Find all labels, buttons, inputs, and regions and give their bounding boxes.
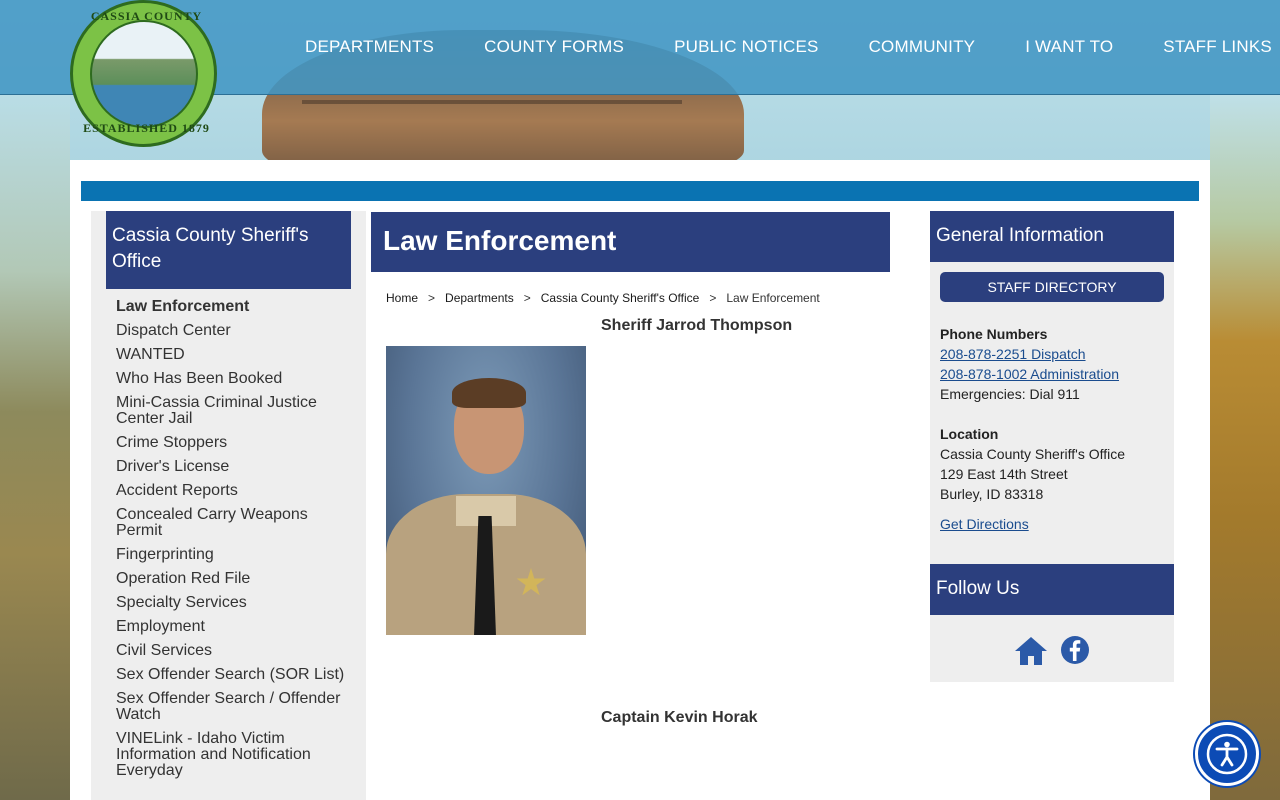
sidebar-menu: Law Enforcement Dispatch Center WANTED W… [116,299,346,787]
sidebar-item-who-has-been-booked[interactable]: Who Has Been Booked [116,371,346,387]
get-directions-link[interactable]: Get Directions [940,514,1125,534]
sheriff-name: Sheriff Jarrod Thompson [601,317,793,334]
sidebar-item-sor-list[interactable]: Sex Offender Search (SOR List) [116,667,346,683]
page-title: Law Enforcement [371,212,890,272]
info-title: General Information [930,211,1174,262]
sidebar-item-accident-reports[interactable]: Accident Reports [116,483,346,499]
sidebar-item-employment[interactable]: Employment [116,619,346,635]
accessibility-button[interactable] [1195,722,1259,786]
emergency-text: Emergencies: Dial 911 [940,386,1080,402]
home-icon[interactable] [1014,635,1048,667]
nav-staff-links[interactable]: STAFF LINKS [1163,37,1272,57]
location-name: Cassia County Sheriff's Office [940,446,1126,462]
nav-county-forms[interactable]: COUNTY FORMS [484,37,624,57]
nav-i-want-to[interactable]: I WANT TO [1025,37,1113,57]
sidebar-item-operation-red-file[interactable]: Operation Red File [116,571,346,587]
sidebar-title[interactable]: Cassia County Sheriff's Office [106,211,351,289]
background-left [0,95,70,800]
location-street: 129 East 14th Street [940,466,1068,482]
nav-community[interactable]: COMMUNITY [869,37,976,57]
sidebar-item-fingerprinting[interactable]: Fingerprinting [116,547,346,563]
facebook-icon[interactable] [1060,635,1090,665]
logo-scene [89,19,198,128]
sidebar-item-jail[interactable]: Mini-Cassia Criminal Justice Center Jail [116,395,346,427]
sidebar-item-offender-watch[interactable]: Sex Offender Search / Offender Watch [116,691,346,723]
phone-label: Phone Numbers [940,326,1048,342]
breadcrumb-separator: > [709,291,717,305]
follow-us-box: Follow Us [930,564,1174,682]
breadcrumb-departments[interactable]: Departments [445,291,514,305]
breadcrumb-home[interactable]: Home [386,291,418,305]
info-sidebar: General Information STAFF DIRECTORY Phon… [930,211,1174,682]
sidebar-item-law-enforcement[interactable]: Law Enforcement [116,299,346,315]
main-content: Law Enforcement Home > Departments > Cassia … [371,211,891,800]
sidebar-item-vinelink[interactable]: VINELink - Idaho Victim Information and … [116,731,346,779]
captain-name: Captain Kevin Horak [601,709,758,726]
background-right [1210,95,1280,800]
sidebar-item-civil-services[interactable]: Civil Services [116,643,346,659]
social-icons [930,615,1174,667]
left-sidebar: Cassia County Sheriff's Office Law Enfor… [91,211,366,800]
follow-title: Follow Us [930,564,1174,615]
admin-phone-link[interactable]: 208-878-1002 Administration [940,364,1125,384]
logo-bottom-text: ESTABLISHED 1879 [83,121,210,135]
sidebar-item-crime-stoppers[interactable]: Crime Stoppers [116,435,346,451]
breadcrumb-separator: > [523,291,531,305]
sidebar-item-specialty-services[interactable]: Specialty Services [116,595,346,611]
accessibility-icon [1206,733,1248,775]
nav-public-notices[interactable]: PUBLIC NOTICES [674,37,819,57]
contact-info: Phone Numbers 208-878-2251 Dispatch 208-… [940,324,1125,534]
sidebar-item-drivers-license[interactable]: Driver's License [116,459,346,475]
sidebar-item-concealed-carry[interactable]: Concealed Carry Weapons Permit [116,507,346,539]
breadcrumb-separator: > [428,291,436,305]
accent-strip [81,181,1199,201]
sheriff-photo [386,346,586,635]
breadcrumb-sheriffs-office[interactable]: Cassia County Sheriff's Office [541,291,700,305]
main-nav: DEPARTMENTS COUNTY FORMS PUBLIC NOTICES … [305,37,1272,57]
content-panel: Cassia County Sheriff's Office Law Enfor… [70,160,1210,800]
dispatch-phone-link[interactable]: 208-878-2251 Dispatch [940,344,1125,364]
nav-departments[interactable]: DEPARTMENTS [305,37,434,57]
location-city: Burley, ID 83318 [940,486,1044,502]
county-seal-logo[interactable]: CASSIA COUNTY IDAHO ESTABLISHED 1879 [70,0,217,147]
sidebar-item-wanted[interactable]: WANTED [116,347,346,363]
staff-directory-button[interactable]: STAFF DIRECTORY [940,272,1164,302]
breadcrumb-current: Law Enforcement [726,291,820,305]
sidebar-item-dispatch-center[interactable]: Dispatch Center [116,323,346,339]
location-label: Location [940,426,999,442]
breadcrumb: Home > Departments > Cassia County Sheriff's… [386,291,820,305]
